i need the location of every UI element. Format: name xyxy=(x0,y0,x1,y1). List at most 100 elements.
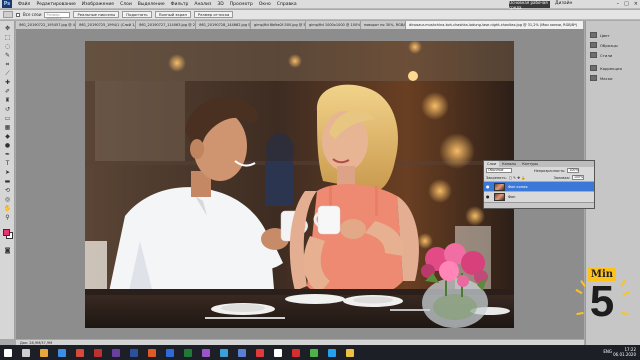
menu-image[interactable]: Изображение xyxy=(79,2,117,7)
doc-tab[interactable]: gimp/ftd 1000x1000 @ 100% xyxy=(306,21,361,29)
menu-filter[interactable]: Фильтр xyxy=(168,2,192,7)
blend-mode-select[interactable]: Обычные xyxy=(486,168,512,173)
fill-input[interactable]: 100% xyxy=(572,175,585,180)
menu-window[interactable]: Окно xyxy=(256,2,274,7)
app-icon[interactable] xyxy=(238,348,246,357)
hand-tool-icon[interactable]: ✋ xyxy=(3,205,12,213)
dock-masks[interactable]: Маски xyxy=(590,74,612,82)
explorer-icon[interactable] xyxy=(40,348,48,357)
minimize-icon[interactable]: – xyxy=(617,1,620,7)
workspace-button[interactable]: Основная рабочая среда xyxy=(509,0,550,10)
maximize-icon[interactable]: □ xyxy=(624,1,629,7)
layer-name[interactable]: Фон xyxy=(508,195,515,199)
app-icon[interactable] xyxy=(328,348,336,357)
fill-label: Заливка: xyxy=(553,175,571,180)
healing-brush-tool-icon[interactable]: ✚ xyxy=(3,79,12,87)
dock-adjustments[interactable]: Коррекция xyxy=(590,64,622,72)
menu-3d[interactable]: 3D xyxy=(214,2,226,7)
eye-icon[interactable]: ● xyxy=(486,194,491,199)
workspace-design-label[interactable]: Дизайн xyxy=(555,1,572,6)
3d-rotate-tool-icon[interactable]: ⟲ xyxy=(3,187,12,195)
gradient-tool-icon[interactable]: ▦ xyxy=(3,124,12,132)
menu-view[interactable]: Просмотр xyxy=(227,2,256,7)
dock-styles[interactable]: Стили xyxy=(590,51,612,59)
all-layers-checkbox[interactable] xyxy=(16,12,20,17)
quick-mask-icon[interactable]: ◙ xyxy=(3,247,12,255)
clock[interactable]: 17:22 06.01.2020 xyxy=(613,347,636,357)
history-brush-tool-icon[interactable]: ↺ xyxy=(3,106,12,114)
menu-layers[interactable]: Слои xyxy=(117,2,135,7)
language-indicator[interactable]: ENG xyxy=(603,349,612,354)
clone-stamp-tool-icon[interactable]: ♜ xyxy=(3,97,12,105)
eraser-tool-icon[interactable]: ▭ xyxy=(3,115,12,123)
opacity-input[interactable]: 100% xyxy=(567,168,580,173)
quick-select-tool-icon[interactable]: ✎ xyxy=(3,52,12,60)
eyedropper-tool-preset-icon[interactable] xyxy=(3,11,13,18)
zoom-tool-icon[interactable]: ⚲ xyxy=(3,214,12,222)
tab-channels[interactable]: Каналы xyxy=(499,161,519,167)
eyedropper-tool-icon[interactable]: ⟋ xyxy=(3,70,12,78)
dodge-tool-icon[interactable]: ● xyxy=(3,142,12,150)
crop-tool-icon[interactable]: ⌗ xyxy=(3,61,12,69)
excel-icon[interactable] xyxy=(184,348,192,357)
photoshop-taskbar-icon[interactable] xyxy=(130,348,138,357)
lasso-tool-icon[interactable]: ◌ xyxy=(3,43,12,51)
fill-screen-button[interactable]: Полный экран xyxy=(154,11,191,18)
app-icon[interactable] xyxy=(256,348,264,357)
tab-layers[interactable]: Слои xyxy=(484,161,500,167)
doc-tab-active[interactable]: dinosaur-mushchina-koh-chashka-lodung-la… xyxy=(406,21,584,29)
lock-icons[interactable]: ▢ ✎ ✥ 🔒 xyxy=(509,176,526,180)
shape-tool-icon[interactable]: ▬ xyxy=(3,178,12,186)
color-panel-icon xyxy=(590,32,597,38)
blur-tool-icon[interactable]: ◆ xyxy=(3,133,12,141)
layer-name[interactable]: Фон копия xyxy=(508,185,527,189)
start-icon[interactable] xyxy=(4,348,12,357)
doc-tab[interactable]: IMG_20190728_144662.jpg @ 25% (C... xyxy=(196,21,251,29)
doc-tab[interactable]: IMG_20190722_195457.jpg @ 46,7% (C, RGB/… xyxy=(16,21,76,29)
close-icon[interactable]: × xyxy=(634,1,638,7)
browser-icon[interactable] xyxy=(58,348,66,357)
doc-tab[interactable]: поворот по 30%, RGB/8 xyxy=(361,21,406,29)
app-icon[interactable] xyxy=(346,348,354,357)
chrome-icon[interactable] xyxy=(76,348,84,357)
word-icon[interactable] xyxy=(166,348,174,357)
app-icon[interactable] xyxy=(274,348,282,357)
menu-help[interactable]: Справка xyxy=(274,2,300,7)
path-select-tool-icon[interactable]: ➤ xyxy=(3,169,12,177)
menu-edit[interactable]: Редактирование xyxy=(33,2,78,7)
foreground-color-swatch[interactable] xyxy=(3,229,10,236)
eye-icon[interactable]: ● xyxy=(486,184,491,189)
sample-size-input[interactable]: Размер образца xyxy=(44,11,71,21)
menu-file[interactable]: Файл xyxy=(15,2,33,7)
illustrator-icon[interactable] xyxy=(148,348,156,357)
brush-tool-icon[interactable]: ✐ xyxy=(3,88,12,96)
fit-screen-button[interactable]: Подогнать xyxy=(122,11,152,18)
document-tabs: IMG_20190722_195457.jpg @ 46,7% (C, RGB/… xyxy=(16,21,584,29)
actual-pixels-button[interactable]: Реальные пикселы xyxy=(73,11,120,18)
couple-coffee-photo[interactable] xyxy=(85,41,514,328)
marquee-tool-icon[interactable]: ⬚ xyxy=(3,34,12,42)
opera-icon[interactable] xyxy=(292,348,300,357)
tab-paths[interactable]: Контуры xyxy=(519,161,541,167)
menu-select[interactable]: Выделение xyxy=(135,2,168,7)
doc-tab[interactable]: gimp/ftd 6bfbe2f-500.jpg @ 50% xyxy=(251,21,306,29)
telegram-icon[interactable] xyxy=(220,348,228,357)
dock-swatches[interactable]: Образцы xyxy=(590,41,618,49)
pen-tool-icon[interactable]: ✒ xyxy=(3,151,12,159)
move-tool-icon[interactable]: ✥ xyxy=(3,25,12,33)
type-tool-icon[interactable]: T xyxy=(3,160,12,168)
layer-row-selected[interactable]: ● Фон копия xyxy=(484,181,594,191)
doc-tab[interactable]: IMG_20190725_1994/1 (Слой 1, RGB/8) xyxy=(76,21,136,29)
app-icon[interactable] xyxy=(202,348,210,357)
layer-row[interactable]: ● Фон xyxy=(484,191,594,201)
dock-color[interactable]: Цвет xyxy=(590,31,610,39)
doc-tab[interactable]: IMG_20190727_114063.jpg @ 25% (Слой... xyxy=(136,21,196,29)
media-icon[interactable] xyxy=(94,348,102,357)
premiere-icon[interactable] xyxy=(112,348,120,357)
print-size-button[interactable]: Размер оттиска xyxy=(193,11,234,18)
3d-orbit-tool-icon[interactable]: ◎ xyxy=(3,196,12,204)
search-icon[interactable] xyxy=(22,348,30,357)
menu-analysis[interactable]: Анализ xyxy=(191,2,214,7)
app-icon[interactable] xyxy=(310,348,318,357)
menu-bar: Ps Файл Редактирование Изображение Слои … xyxy=(0,0,640,10)
